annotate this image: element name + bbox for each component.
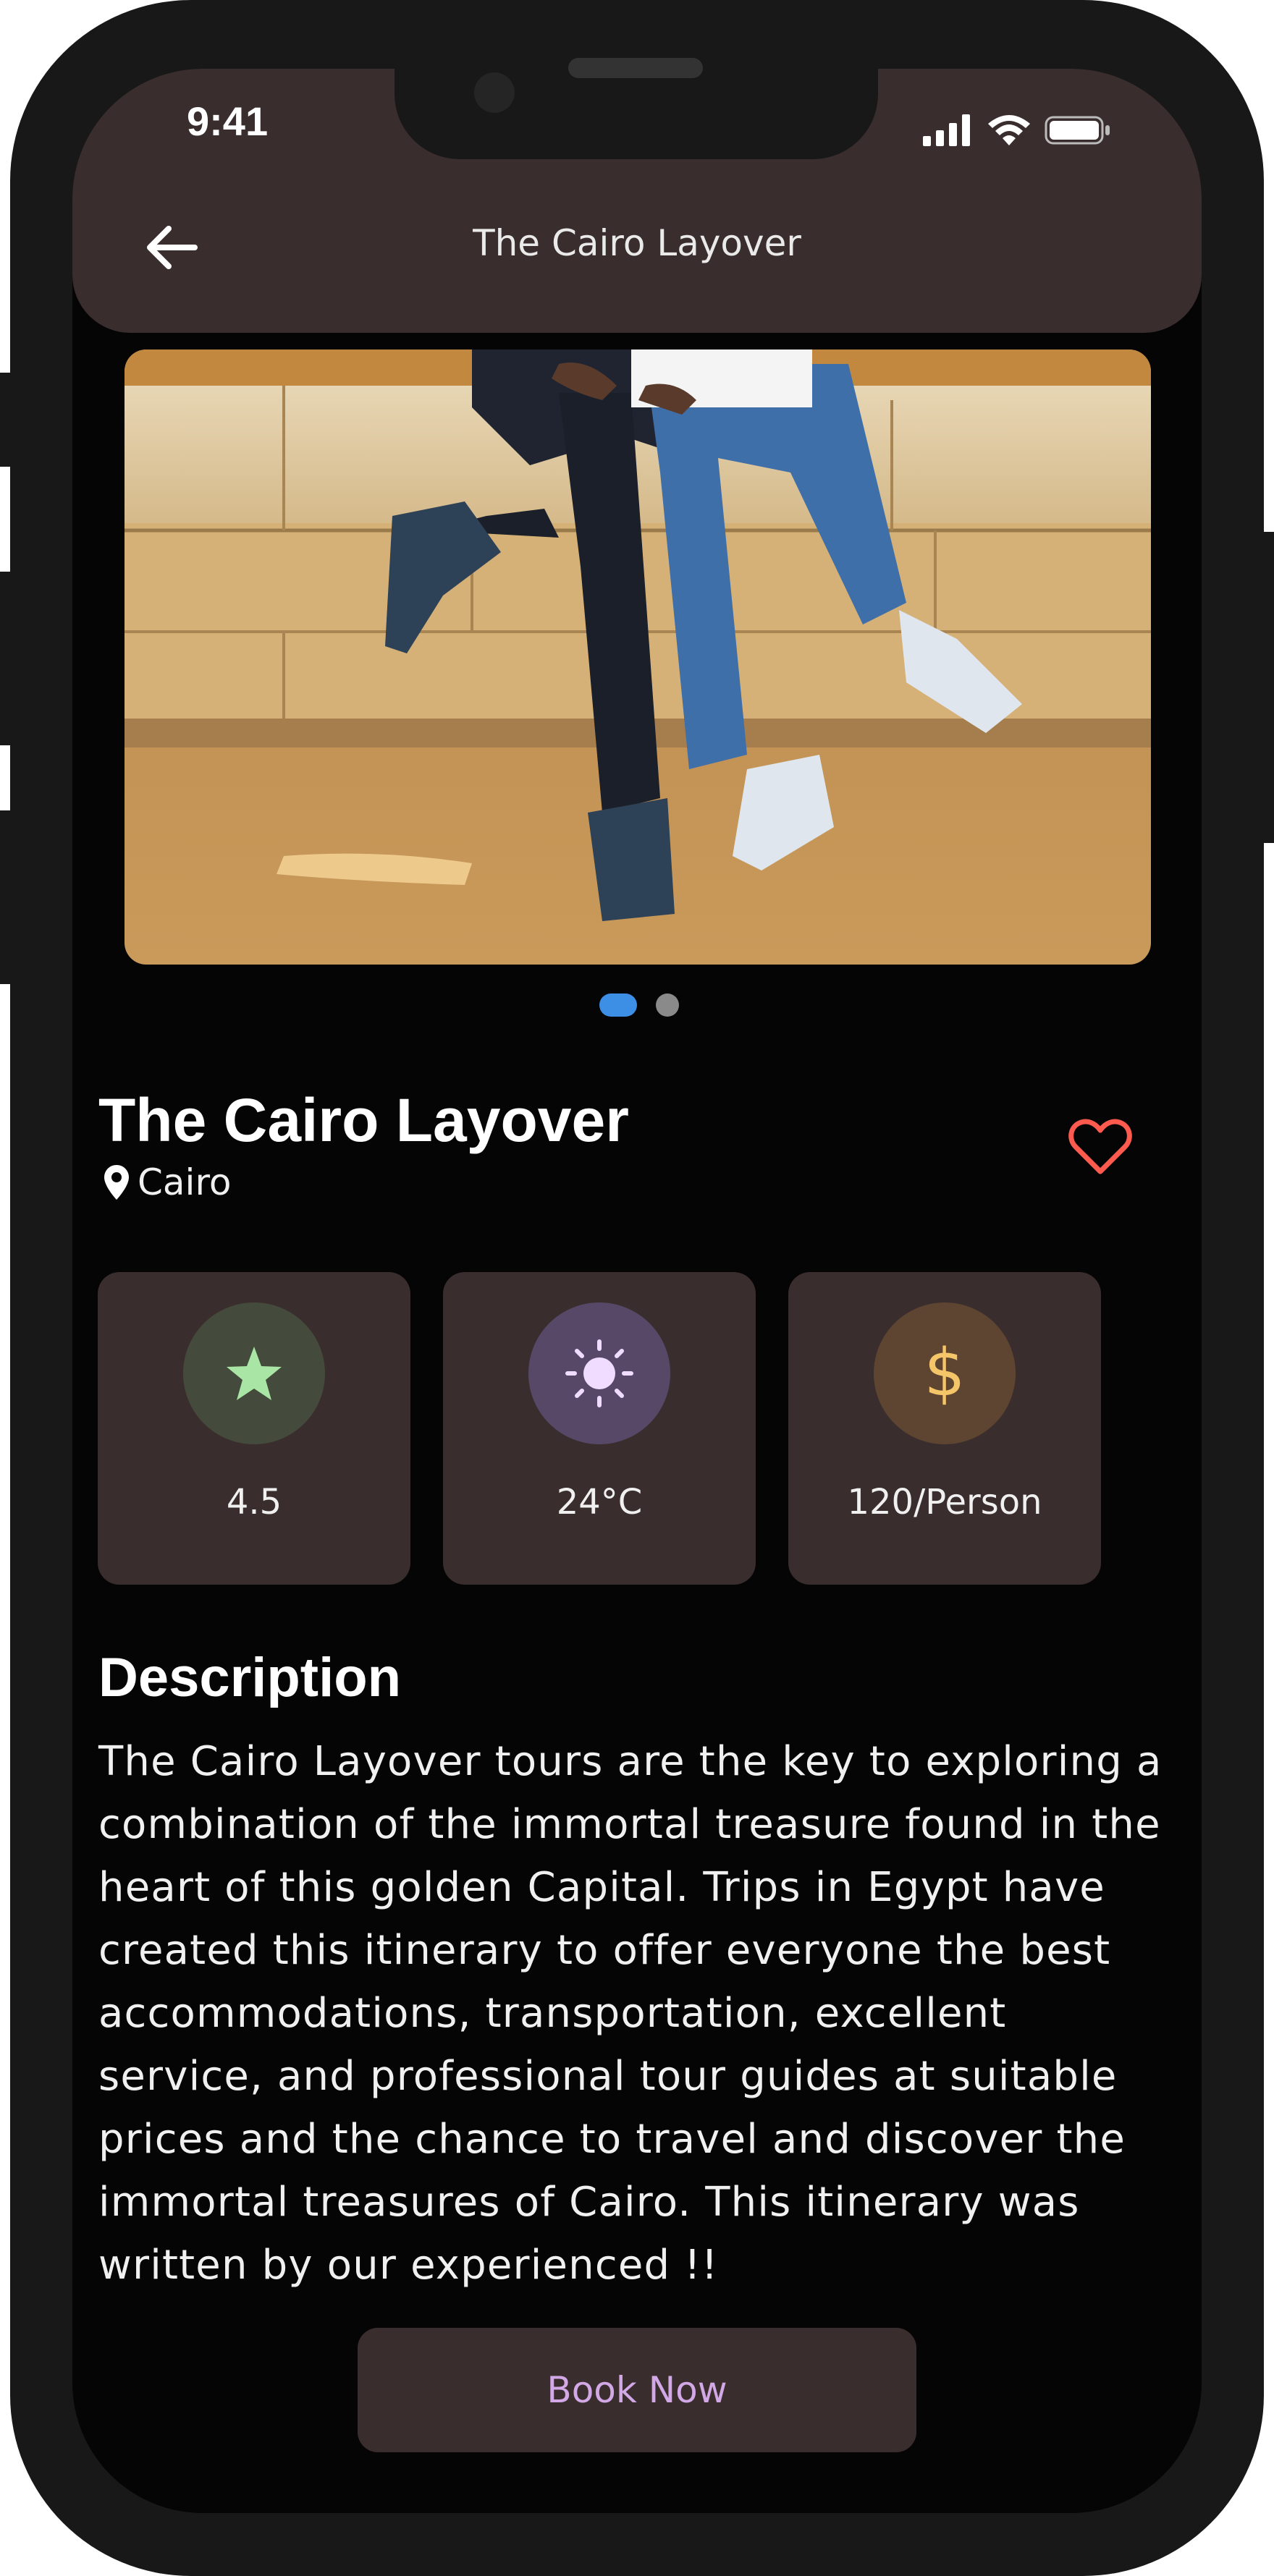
side-button bbox=[0, 373, 14, 467]
temperature-card[interactable]: 24°C bbox=[443, 1272, 756, 1585]
battery-icon bbox=[1045, 116, 1110, 145]
dollar-icon: $ bbox=[924, 1337, 965, 1410]
front-camera bbox=[474, 72, 515, 113]
place-title: The Cairo Layover bbox=[98, 1086, 629, 1154]
wifi-icon bbox=[988, 115, 1030, 145]
side-button bbox=[0, 810, 14, 984]
hero-image[interactable] bbox=[125, 349, 1151, 965]
rating-value: 4.5 bbox=[226, 1482, 282, 1522]
place-location: Cairo bbox=[103, 1161, 232, 1203]
favorite-button[interactable] bbox=[1060, 1111, 1140, 1183]
price-icon-circle: $ bbox=[874, 1302, 1016, 1444]
description-heading: Description bbox=[98, 1647, 402, 1708]
star-icon bbox=[227, 1347, 282, 1400]
carousel-indicator bbox=[72, 993, 1202, 1017]
carousel-dot-active[interactable] bbox=[599, 993, 637, 1017]
app-bar-title: The Cairo Layover bbox=[473, 222, 801, 264]
phone-screen: 9:41 The Cairo Layover The Cairo Layover… bbox=[72, 69, 1202, 2513]
description-text: The Cairo Layover tours are the key to e… bbox=[98, 1738, 1163, 2289]
location-pin-icon bbox=[104, 1165, 129, 1200]
status-time: 9:41 bbox=[187, 98, 269, 144]
book-now-button[interactable]: Book Now bbox=[358, 2328, 916, 2452]
side-button bbox=[0, 572, 14, 745]
earpiece-speaker bbox=[568, 58, 703, 78]
rating-icon-circle bbox=[183, 1302, 325, 1444]
price-card[interactable]: $ 120/Person bbox=[788, 1272, 1101, 1585]
temperature-value: 24°C bbox=[556, 1482, 643, 1522]
price-value: 120/Person bbox=[847, 1482, 1042, 1522]
stats-row: 4.5 24°C $ 120/Person bbox=[98, 1272, 1101, 1585]
status-icons bbox=[923, 114, 1111, 147]
place-location-label: Cairo bbox=[138, 1161, 232, 1203]
side-button bbox=[1260, 532, 1274, 843]
heart-outline-icon bbox=[1068, 1119, 1132, 1174]
signal-icon bbox=[923, 114, 970, 146]
hero-photo bbox=[125, 349, 1151, 965]
notch bbox=[395, 58, 878, 159]
rating-card[interactable]: 4.5 bbox=[98, 1272, 410, 1585]
sun-icon bbox=[565, 1339, 633, 1407]
temperature-icon-circle bbox=[528, 1302, 670, 1444]
carousel-dot[interactable] bbox=[656, 993, 679, 1017]
svg-text:$: $ bbox=[924, 1337, 965, 1410]
